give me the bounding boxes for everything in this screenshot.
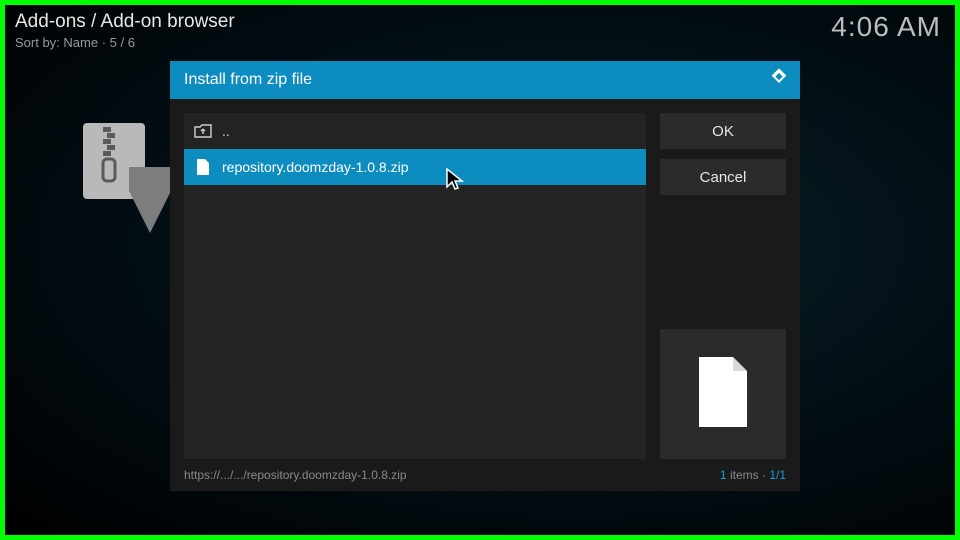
install-from-zip-dialog: Install from zip file .. [170,61,800,491]
sort-line: Sort by: Name · 5 / 6 [15,35,235,50]
zip-archive-icon [83,123,173,233]
zip-file-label: repository.doomzday-1.0.8.zip [222,159,409,175]
header-left: Add-ons / Add-on browser Sort by: Name ·… [15,11,235,50]
file-list[interactable]: .. repository.doomzday-1.0.8.zip [184,113,646,459]
document-icon [695,357,751,432]
breadcrumb: Add-ons / Add-on browser [15,11,235,33]
file-preview [660,329,786,459]
dialog-title-bar: Install from zip file [170,61,800,99]
dialog-footer: https://.../.../repository.doomzday-1.0.… [170,465,800,491]
file-icon [194,158,212,176]
ok-button[interactable]: OK [660,113,786,149]
clock: 4:06 AM [831,11,941,43]
zip-file-row[interactable]: repository.doomzday-1.0.8.zip [184,149,646,185]
parent-directory-row[interactable]: .. [184,113,646,149]
folder-up-icon [194,122,212,140]
kodi-logo-icon [768,67,790,94]
footer-count-value: 1 [720,468,727,482]
dialog-title: Install from zip file [184,71,312,89]
footer-page: 1/1 [769,468,786,482]
footer-path: https://.../.../repository.doomzday-1.0.… [184,468,407,482]
footer-count-label: items [730,468,759,482]
cancel-button[interactable]: Cancel [660,159,786,195]
parent-directory-label: .. [222,123,230,139]
